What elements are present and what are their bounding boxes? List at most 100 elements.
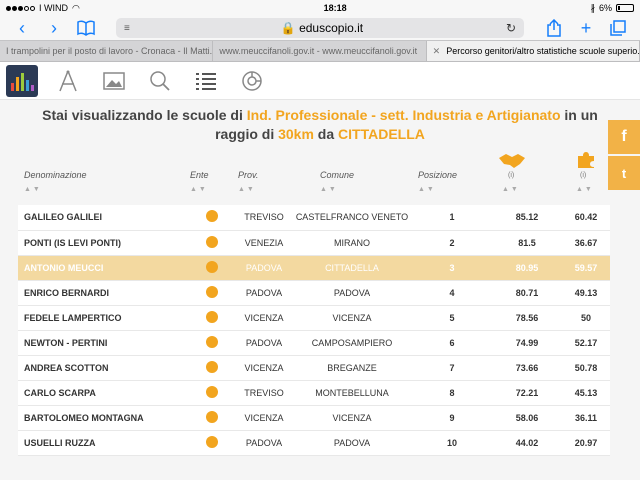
ente-dot-icon [206,210,218,223]
tab-trampolini[interactable]: I trampolini per il posto di lavoro - Cr… [0,41,214,61]
col-denominazione[interactable]: Denominazione [24,170,87,180]
close-tab-icon[interactable]: ✕ [433,46,441,57]
province-cell: TREVISO [244,387,284,398]
table-row[interactable]: USUELLI RUZZA PADOVA PADOVA 10 44.02 20.97 [18,430,610,455]
school-name[interactable]: PONTI (IS LEVI PONTI) [18,230,188,255]
comune-cell: VICENZA [332,312,372,323]
clock: 18:18 [323,3,347,13]
index-value-2: 45.13 [574,387,598,398]
eduscopio-logo[interactable] [6,64,38,97]
col-comune[interactable]: Comune [320,170,354,180]
sort-arrows-icon[interactable]: ▲▼ [418,186,436,193]
table-row[interactable]: PONTI (IS LEVI PONTI) VENEZIA MIRANO 2 81.5 3… [18,230,610,255]
comune-cell: MONTEBELLUNA [315,387,389,398]
share-button[interactable] [540,17,568,39]
forward-button[interactable]: › [40,17,68,39]
index-value-1: 73.66 [515,362,539,373]
school-name[interactable]: ENRICO BERNARDI [18,280,188,305]
info-icon[interactable]: (i) [508,172,514,179]
province-cell: VICENZA [244,362,284,373]
comune-cell: CITTADELLA [325,262,379,273]
compass-nav-button[interactable] [52,65,84,97]
ente-dot-icon [206,360,218,373]
ente-dot-icon [206,235,218,248]
ente-cell [188,230,236,255]
school-name[interactable]: USUELLI RUZZA [18,430,188,455]
index-value-1: 44.02 [515,437,539,448]
gallery-nav-button[interactable] [98,65,130,97]
page-title: Stai visualizzando le scuole di Ind. Pro… [0,100,640,144]
school-name[interactable]: BARTOLOMEO MONTAGNA [18,405,188,430]
province-cell: PADOVA [245,337,283,348]
tab-label: Percorso genitori/altro statistiche scuo… [446,46,640,56]
address-bar[interactable]: ≡ 🔒 eduscopio.it ↻ [116,18,524,38]
ente-cell [188,405,236,430]
back-button[interactable]: ‹ [8,17,36,39]
wifi-icon: ◠ [72,2,80,13]
search-nav-button[interactable] [144,65,176,97]
table-row[interactable]: ANDREA SCOTTON VICENZA BREGANZE 7 73.66 50.78 [18,355,610,380]
sort-arrows-icon[interactable]: ▲▼ [238,186,256,193]
ente-dot-icon [206,435,218,448]
comune-cell: CAMPOSAMPIERO [311,337,393,348]
index-value-2: 52.17 [574,337,598,348]
tab-label: I trampolini per il posto di lavoro - Cr… [6,46,214,56]
col-prov[interactable]: Prov. [238,170,258,180]
ente-dot-icon [206,385,218,398]
sort-arrows-icon[interactable]: ▲▼ [24,186,42,193]
table-row[interactable]: GALILEO GALILEI TREVISO CASTELFRANCO VENET… [18,205,610,230]
sort-arrows-icon[interactable]: ▲▼ [502,186,520,193]
table-row[interactable]: ENRICO BERNARDI PADOVA PADOVA 4 80.71 49.13 [18,280,610,305]
school-name[interactable]: ANTONIO MEUCCI [18,255,188,280]
school-name[interactable]: CARLO SCARPA [18,380,188,405]
tab-percorso[interactable]: ✕ Percorso genitori/altro statistiche scu… [426,41,640,61]
compass-icon [59,70,77,91]
table-row[interactable]: FEDELE LAMPERTICO VICENZA VICENZA 5 78.56 50 [18,305,610,330]
info-icon[interactable]: (i) [580,172,586,179]
table-row[interactable]: NEWTON - PERTINI PADOVA CAMPOSAMPIERO 6 74.9… [18,330,610,355]
index-value-1: 80.71 [515,287,539,298]
title-text: da [313,126,339,142]
table-header: Denominazione ▲▼ Ente ▲▼ Prov. ▲▼ Comune… [0,150,640,210]
chart-nav-button[interactable] [236,65,268,97]
table-row[interactable]: CARLO SCARPA TREVISO MONTEBELLUNA 8 72.21 45.… [18,380,610,405]
facebook-button[interactable]: f [608,120,640,154]
url-text: 🔒 eduscopio.it [280,21,364,35]
sort-arrows-icon[interactable]: ▲▼ [190,186,208,193]
position-cell: 7 [449,362,455,373]
col-posizione[interactable]: Posizione [418,170,457,180]
reload-icon[interactable]: ↻ [506,21,516,35]
comune-cell: CASTELFRANCO VENETO [295,212,409,223]
index-value-2: 60.42 [574,212,598,223]
ente-dot-icon [206,285,218,298]
reader-icon[interactable]: ≡ [124,23,138,34]
puzzle-icon [578,152,594,168]
school-name[interactable]: ANDREA SCOTTON [18,355,188,380]
sort-arrows-icon[interactable]: ▲▼ [576,186,594,193]
col-ente[interactable]: Ente [190,170,209,180]
list-nav-button[interactable] [190,65,222,97]
app-nav [0,62,640,100]
school-name[interactable]: NEWTON - PERTINI [18,330,188,355]
province-cell: TREVISO [244,212,284,223]
school-name[interactable]: GALILEO GALILEI [18,205,188,230]
school-name[interactable]: FEDELE LAMPERTICO [18,305,188,330]
image-icon [103,71,125,90]
battery-icon [616,4,634,12]
index-value-1: 58.06 [515,412,539,423]
table-row[interactable]: BARTOLOMEO MONTAGNA VICENZA VICENZA 9 58.06 3… [18,405,610,430]
comune-cell: MIRANO [334,237,370,248]
status-bar: I WIND ◠ 18:18 ∦ 6% [0,0,640,16]
comune-cell: BREGANZE [327,362,377,373]
sort-arrows-icon[interactable]: ▲▼ [320,186,338,193]
province-cell: VICENZA [244,312,284,323]
table-row[interactable]: ANTONIO MEUCCI PADOVA CITTADELLA 3 80.95 59.5… [18,255,610,280]
tabs-button[interactable] [604,17,632,39]
tab-meuccifanoli[interactable]: www.meuccifanoli.gov.it - www.meuccifano… [213,41,427,61]
bookmarks-button[interactable] [72,17,100,39]
city-name: CITTADELLA [338,126,425,142]
position-cell: 8 [449,387,455,398]
new-tab-button[interactable]: + [572,17,600,39]
index-value-1: 85.12 [515,212,539,223]
ente-cell [188,305,236,330]
